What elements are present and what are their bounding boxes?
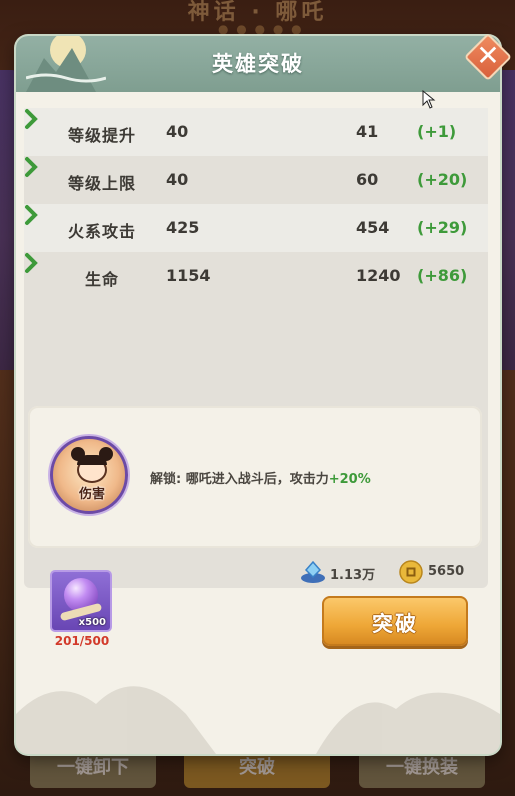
stat-name: 生命 [84, 270, 119, 289]
unlock-description: 解锁: 哪吒进入战斗后，攻击力+20% [150, 468, 371, 487]
crystal-icon [301, 560, 325, 583]
stat-row-hp: 生命 1154 1240 (+86) [24, 252, 488, 300]
dialog-header: 英雄突破 [16, 36, 500, 92]
stat-current-value: 40 [166, 170, 189, 189]
stat-delta: (+86) [417, 266, 468, 285]
stat-new-value: 1240 [356, 266, 401, 285]
gem-cost-value: 1.13万 [330, 568, 376, 583]
skill-unlock-card: 伤害 解锁: 哪吒进入战斗后，攻击力+20% [28, 406, 482, 548]
mouse-cursor-icon [422, 90, 436, 109]
skill-label: 伤害 [78, 487, 105, 502]
stat-name: 等级上限 [67, 174, 136, 193]
mountain-decoration [16, 686, 500, 754]
stat-new-value: 60 [356, 170, 379, 189]
close-icon: ✕ [476, 39, 500, 72]
stat-delta: (+29) [417, 218, 468, 237]
arrow-right-icon [25, 205, 38, 225]
coin-cost-value: 5650 [428, 564, 465, 579]
stat-delta: (+1) [417, 122, 457, 141]
stat-new-value: 454 [356, 218, 390, 237]
gold-coin-icon [399, 560, 423, 584]
stat-name: 等级提升 [67, 126, 136, 145]
stat-row-level-cap: 等级上限 40 60 (+20) [24, 156, 488, 204]
background-star-rating: ● ● ● ● ● [218, 22, 304, 36]
material-item-slot[interactable]: x500 [50, 570, 112, 632]
arrow-right-icon [25, 253, 38, 273]
hero-hair [77, 455, 107, 465]
dialog-title: 英雄突破 [212, 52, 304, 76]
stat-row-level: 等级提升 40 41 (+1) [24, 108, 488, 156]
stat-delta: (+20) [417, 170, 468, 189]
unlock-bonus-value: +20% [328, 472, 371, 487]
stat-row-fire-attack: 火系攻击 425 454 (+29) [24, 204, 488, 252]
arrow-right-icon [25, 109, 38, 129]
stat-new-value: 41 [356, 122, 379, 141]
arrow-right-icon [25, 157, 38, 177]
damage-skill-icon[interactable]: 伤害 [50, 436, 128, 514]
hero-breakthrough-dialog: 英雄突破 等级提升 40 41 (+1) 等级上限 40 60 (+20) 火系… [16, 36, 500, 754]
stat-current-value: 425 [166, 218, 200, 237]
item-quantity: x500 [78, 617, 106, 628]
stat-current-value: 1154 [166, 266, 211, 285]
unlock-description-text: 解锁: 哪吒进入战斗后，攻击力 [150, 472, 329, 487]
background-equip-all-button: 一键换装 [359, 748, 485, 788]
background-breakthrough-button: 突破 [184, 748, 330, 788]
stat-current-value: 40 [166, 122, 189, 141]
close-button[interactable]: ✕ [463, 32, 513, 82]
background-unequip-all-button: 一键卸下 [30, 748, 156, 788]
stat-name: 火系攻击 [67, 222, 136, 241]
